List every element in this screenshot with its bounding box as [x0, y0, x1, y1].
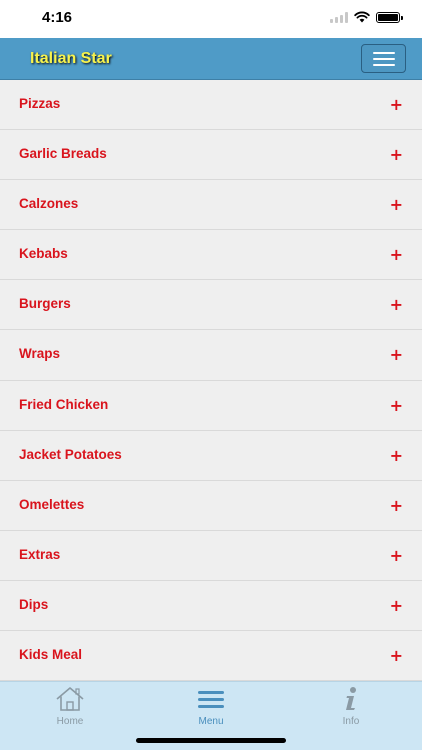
menu-category-item[interactable]: Omelettes + — [0, 480, 422, 531]
expand-plus-icon[interactable]: + — [390, 295, 403, 314]
status-bar: 4:16 — [0, 0, 422, 38]
home-icon — [56, 687, 84, 711]
expand-plus-icon[interactable]: + — [390, 396, 403, 415]
menu-category-item[interactable]: Burgers + — [0, 280, 422, 331]
expand-plus-icon[interactable]: + — [390, 345, 403, 364]
menu-category-item[interactable]: Pizzas + — [0, 80, 422, 131]
menu-category-item[interactable]: Kebabs + — [0, 230, 422, 281]
menu-category-item[interactable]: Calzones + — [0, 180, 422, 231]
tab-home-label: Home — [56, 716, 84, 727]
menu-category-list: Pizzas + Garlic Breads + Calzones + Keba… — [0, 80, 422, 681]
menu-category-item[interactable]: Dips + — [0, 580, 422, 632]
signal-icon — [330, 11, 348, 23]
menu-category-item[interactable]: Kids Meal + — [0, 631, 422, 681]
wifi-icon — [354, 11, 370, 23]
menu-category-label: Wraps — [19, 346, 61, 362]
status-icons — [330, 11, 403, 23]
expand-plus-icon[interactable]: + — [390, 195, 403, 214]
menu-category-label: Pizzas — [19, 96, 61, 111]
tab-menu-label: Menu — [198, 716, 224, 727]
app-title: Italian Star — [30, 50, 112, 67]
expand-plus-icon[interactable]: + — [390, 95, 403, 114]
menu-category-label: Kebabs — [19, 246, 68, 262]
expand-plus-icon[interactable]: + — [390, 596, 403, 615]
expand-plus-icon[interactable]: + — [390, 646, 403, 665]
menu-category-label: Omelettes — [19, 496, 85, 512]
status-time: 4:16 — [42, 9, 73, 26]
menu-category-item[interactable]: Fried Chicken + — [0, 380, 422, 431]
info-icon — [346, 687, 356, 710]
menu-category-label: Extras — [19, 546, 61, 562]
menu-category-item[interactable]: Wraps + — [0, 330, 422, 381]
expand-plus-icon[interactable]: + — [390, 446, 403, 465]
menu-category-label: Fried Chicken — [19, 396, 109, 412]
menu-category-item[interactable]: Garlic Breads + — [0, 130, 422, 181]
menu-lines-icon — [198, 691, 224, 708]
menu-category-item[interactable]: Jacket Potatoes + — [0, 430, 422, 481]
battery-icon — [376, 11, 403, 23]
menu-category-label: Kids Meal — [19, 647, 83, 663]
menu-category-label: Calzones — [19, 196, 79, 212]
menu-category-label: Dips — [19, 596, 49, 612]
tab-home[interactable]: Home — [20, 686, 120, 728]
menu-category-label: Garlic Breads — [19, 146, 107, 162]
tab-menu[interactable]: Menu — [161, 686, 261, 728]
menu-category-item[interactable]: Extras + — [0, 530, 422, 581]
home-indicator — [136, 738, 286, 743]
tab-info[interactable]: Info — [301, 686, 401, 728]
app-header: Italian Star — [0, 38, 422, 80]
expand-plus-icon[interactable]: + — [390, 145, 403, 164]
expand-plus-icon[interactable]: + — [390, 245, 403, 264]
expand-plus-icon[interactable]: + — [390, 496, 403, 515]
menu-category-label: Burgers — [19, 296, 71, 312]
expand-plus-icon[interactable]: + — [390, 546, 403, 565]
menu-category-label: Jacket Potatoes — [19, 446, 122, 462]
tab-info-label: Info — [342, 716, 360, 727]
hamburger-menu-button[interactable] — [361, 44, 406, 73]
hamburger-icon — [372, 51, 395, 54]
